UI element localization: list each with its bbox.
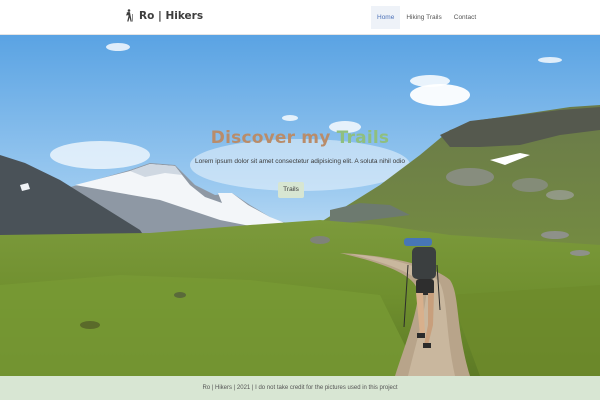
hero-subtitle: Lorem ipsum dolor sit amet consectetur a… — [195, 158, 405, 165]
footer: Ro | Hikers | 2021 | I do not take credi… — [0, 376, 600, 400]
hero-background-image — [0, 35, 600, 376]
hero-section: Discover my Trails Lorem ipsum dolor sit… — [0, 35, 600, 376]
hero-title: Discover my Trails — [0, 128, 600, 148]
hiker-icon — [126, 9, 133, 22]
hero-title-part1: Discover my — [210, 128, 331, 148]
nav-contact[interactable]: Contact — [448, 6, 482, 29]
trails-button[interactable]: Trails — [278, 182, 304, 198]
brand[interactable]: Ro | Hikers — [124, 9, 203, 22]
brand-text: Ro | Hikers — [139, 9, 204, 22]
main-nav: Home Hiking Trails Contact — [371, 6, 482, 29]
footer-text: Ro | Hikers | 2021 | I do not take credi… — [202, 385, 398, 391]
nav-home[interactable]: Home — [371, 6, 401, 29]
nav-hiking-trails[interactable]: Hiking Trails — [400, 6, 447, 29]
navbar: Ro | Hikers Home Hiking Trails Contact — [0, 0, 600, 35]
hero-title-part2: Trails — [336, 128, 390, 148]
